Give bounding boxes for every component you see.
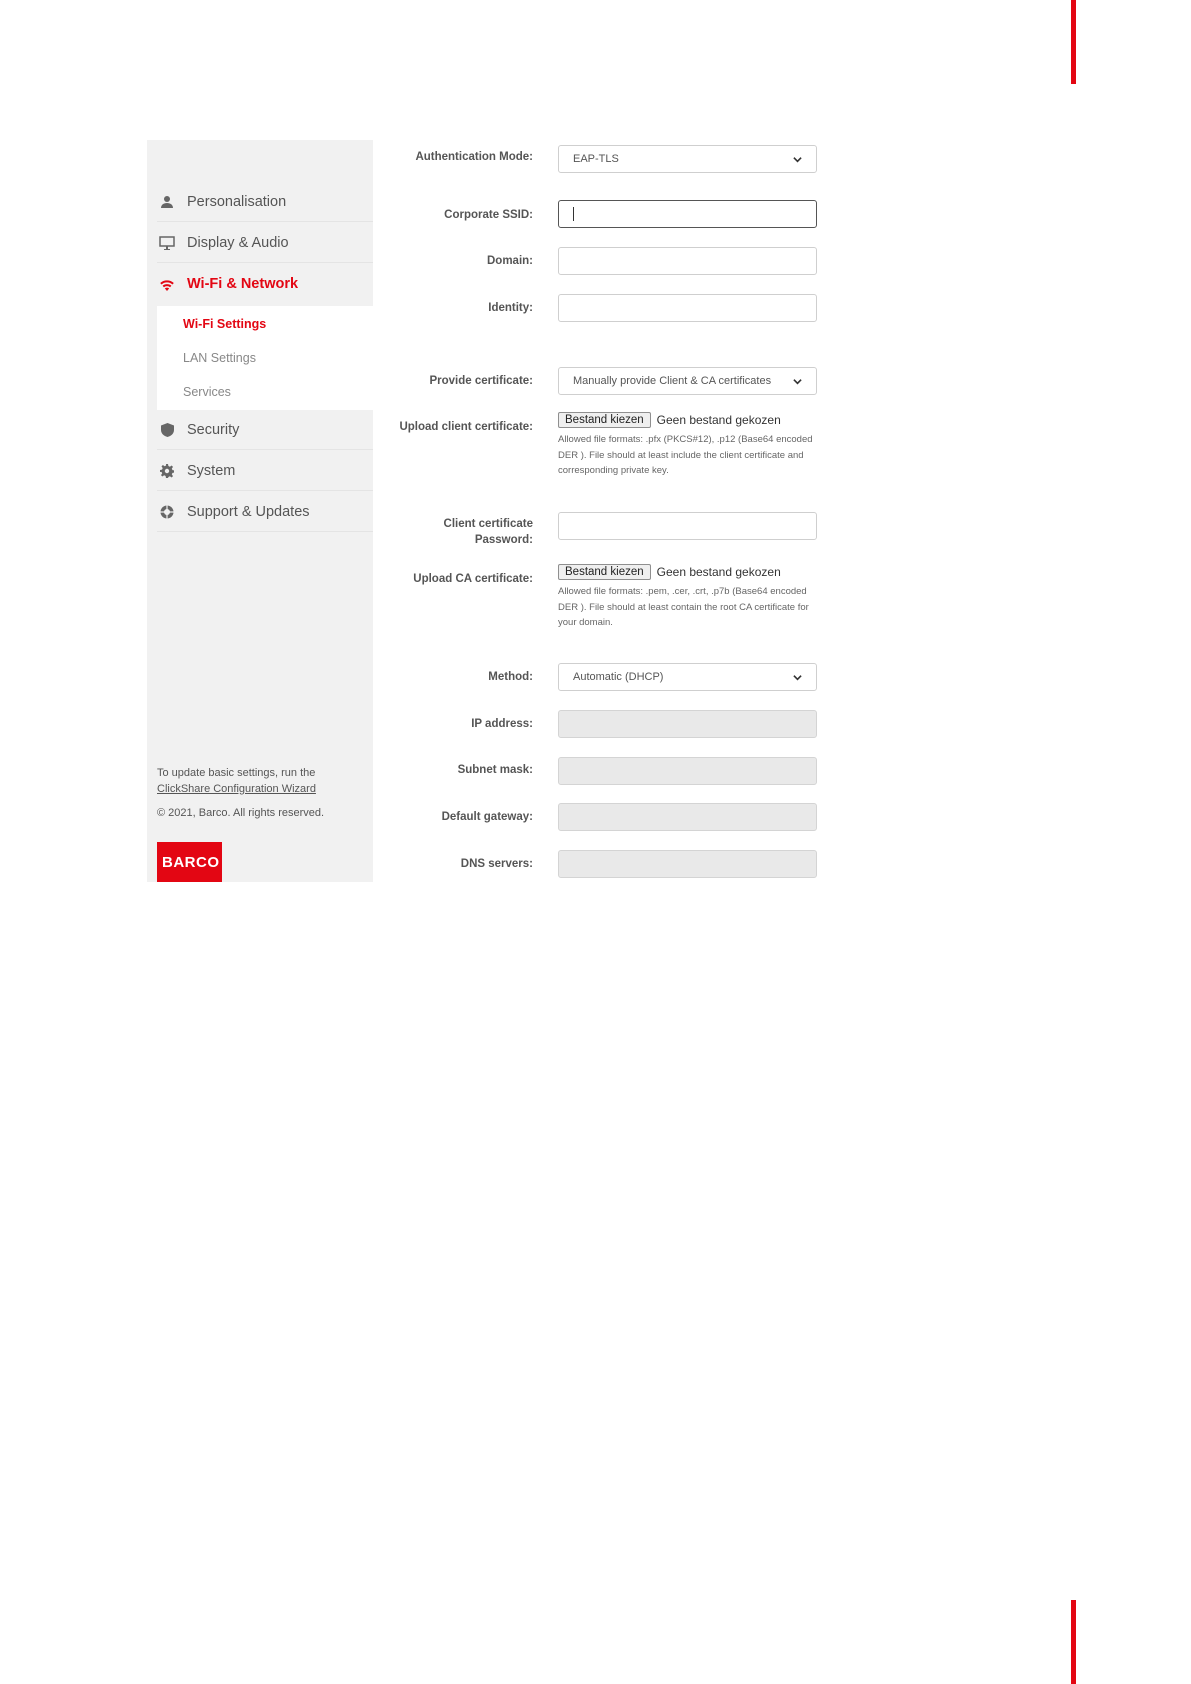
upload-ca-cert-row: Bestand kiezen Geen bestand gekozen <box>558 564 781 580</box>
barco-logo: BARCO <box>157 842 222 882</box>
client-password-input[interactable] <box>558 512 817 540</box>
ssid-label: Corporate SSID: <box>444 209 533 221</box>
sidebar-item-system[interactable]: System <box>157 451 373 491</box>
sidebar-item-wifi-network[interactable]: Wi-Fi & Network <box>157 264 373 304</box>
identity-input[interactable] <box>558 294 817 322</box>
ssid-input[interactable] <box>558 200 817 228</box>
upload-ca-cert-label: Upload CA certificate: <box>413 573 533 585</box>
method-value: Automatic (DHCP) <box>573 671 664 683</box>
choose-client-file-button[interactable]: Bestand kiezen <box>558 412 651 428</box>
ip-address-input <box>558 710 817 738</box>
method-label: Method: <box>488 671 533 683</box>
dns-servers-label: DNS servers: <box>460 858 533 870</box>
auth-mode-select[interactable]: EAP-TLS <box>558 145 817 173</box>
ip-address-label: IP address: <box>471 718 533 730</box>
ca-cert-help: Allowed file formats: .pem, .cer, .crt, … <box>558 586 809 628</box>
sidebar-item-label: Display & Audio <box>187 234 289 251</box>
gear-icon <box>157 461 177 481</box>
client-file-status: Geen bestand gekozen <box>656 413 781 427</box>
lifebuoy-icon <box>157 502 177 522</box>
page-marker-bottom <box>1071 1600 1076 1684</box>
submenu-lan-settings[interactable]: LAN Settings <box>183 351 256 365</box>
submenu-wifi-settings[interactable]: Wi-Fi Settings <box>183 317 266 331</box>
sidebar-item-personalisation[interactable]: Personalisation <box>157 182 373 222</box>
client-cert-help: Allowed file formats: .pfx (PKCS#12), .p… <box>558 434 813 476</box>
submenu-services[interactable]: Services <box>183 385 231 399</box>
sidebar-item-label: Personalisation <box>187 193 287 210</box>
user-icon <box>157 192 177 212</box>
sidebar: Personalisation Display & Audio Wi-Fi & … <box>147 140 373 882</box>
footer-text: To update basic settings, run the <box>157 767 316 779</box>
sidebar-item-label: Security <box>187 421 240 438</box>
sidebar-item-label: Support & Updates <box>187 503 310 520</box>
text-caret <box>573 207 574 221</box>
wifi-submenu: Wi-Fi Settings LAN Settings Services <box>157 306 373 410</box>
sidebar-footer: To update basic settings, run the ClickS… <box>157 765 367 821</box>
sidebar-item-label: Wi-Fi & Network <box>187 276 299 292</box>
dns-servers-input <box>558 850 817 878</box>
settings-screenshot: Personalisation Display & Audio Wi-Fi & … <box>147 140 827 882</box>
provide-certificate-select[interactable]: Manually provide Client & CA certificate… <box>558 367 817 395</box>
upload-client-cert-label: Upload client certificate: <box>399 421 533 433</box>
chevron-down-icon <box>793 674 802 680</box>
sidebar-item-label: System <box>187 462 236 479</box>
wifi-icon <box>157 274 177 294</box>
provide-certificate-value: Manually provide Client & CA certificate… <box>573 375 772 387</box>
domain-label: Domain: <box>487 255 533 267</box>
sidebar-item-security[interactable]: Security <box>157 410 373 450</box>
ca-file-status: Geen bestand gekozen <box>656 565 781 579</box>
config-wizard-link[interactable]: ClickShare Configuration Wizard <box>157 781 367 797</box>
chevron-down-icon <box>793 378 802 384</box>
domain-input[interactable] <box>558 247 817 275</box>
provide-certificate-label: Provide certificate: <box>429 375 533 387</box>
auth-mode-value: EAP-TLS <box>573 153 619 165</box>
copyright: © 2021, Barco. All rights reserved. <box>157 807 325 819</box>
upload-client-cert-row: Bestand kiezen Geen bestand gekozen <box>558 412 781 428</box>
method-select[interactable]: Automatic (DHCP) <box>558 663 817 691</box>
choose-ca-file-button[interactable]: Bestand kiezen <box>558 564 651 580</box>
shield-icon <box>157 420 177 440</box>
chevron-down-icon <box>793 156 802 162</box>
client-password-label: Client certificate Password: <box>443 518 533 546</box>
page-marker-top <box>1071 0 1076 84</box>
sidebar-item-support-updates[interactable]: Support & Updates <box>157 492 373 532</box>
sidebar-item-display-audio[interactable]: Display & Audio <box>157 223 373 263</box>
subnet-mask-input <box>558 757 817 785</box>
default-gateway-label: Default gateway: <box>441 811 533 823</box>
default-gateway-input <box>558 803 817 831</box>
identity-label: Identity: <box>488 302 533 314</box>
subnet-mask-label: Subnet mask: <box>457 764 533 776</box>
monitor-icon <box>157 233 177 253</box>
auth-mode-label: Authentication Mode: <box>415 151 533 163</box>
